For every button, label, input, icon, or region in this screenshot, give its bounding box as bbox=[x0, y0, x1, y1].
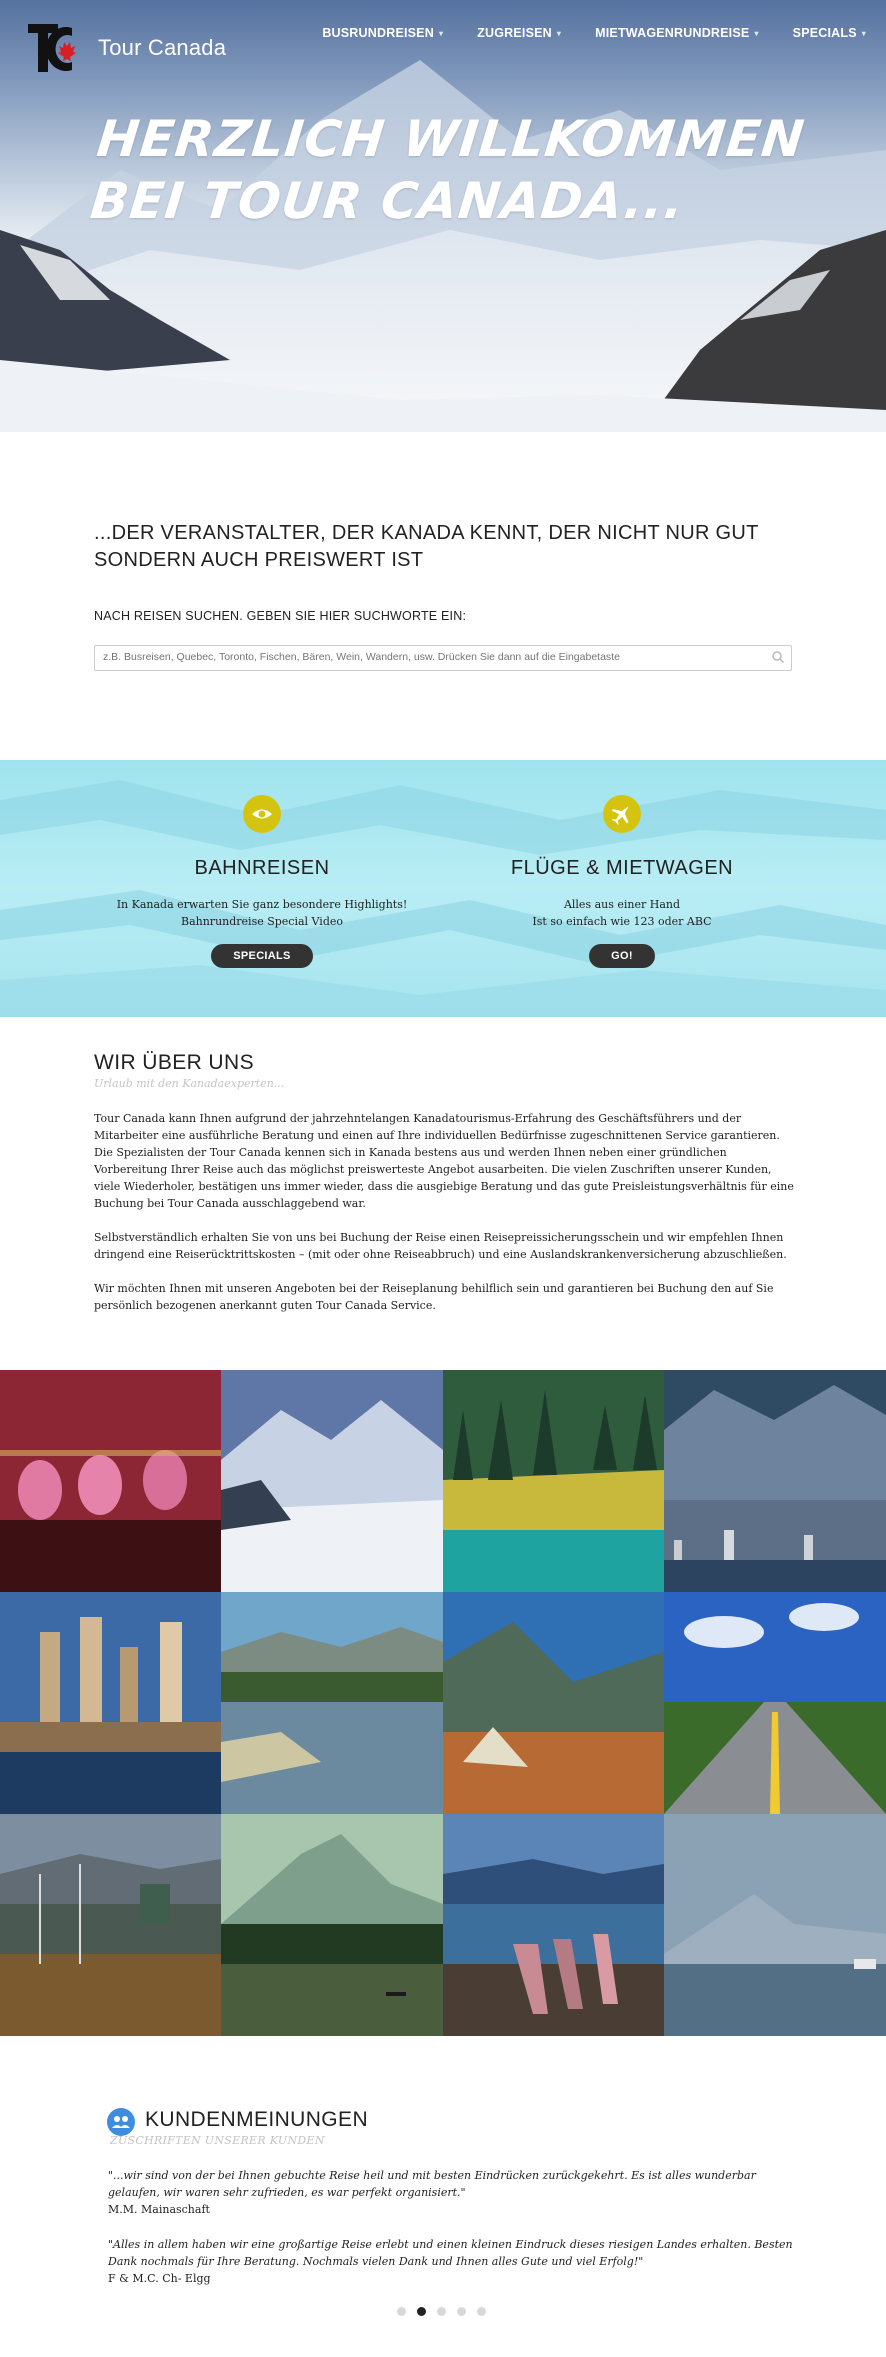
feature-line: Ist so einfach wie 123 oder ABC bbox=[532, 915, 712, 928]
search-input[interactable] bbox=[95, 646, 751, 668]
chevron-down-icon: ▾ bbox=[754, 28, 759, 38]
carousel-dot[interactable] bbox=[397, 2307, 406, 2316]
feature-title: BAHNREISEN bbox=[194, 857, 330, 879]
gallery-image-mountain-lake[interactable] bbox=[221, 1592, 443, 1814]
gallery-image-tent-valley[interactable] bbox=[443, 1592, 664, 1814]
about-paragraph: Selbstverständlich erhalten Sie von uns … bbox=[94, 1231, 787, 1261]
airplane-icon bbox=[603, 795, 641, 833]
gallery-image-canoe-lake[interactable] bbox=[221, 1814, 443, 2036]
gallery-image-ferry[interactable] bbox=[664, 1814, 886, 2036]
photo-gallery bbox=[0, 1370, 886, 2036]
gallery-image-harbor[interactable] bbox=[0, 1814, 221, 2036]
gallery-image-city-mountains[interactable] bbox=[664, 1370, 886, 1592]
testimonial-author: F & M.C. Ch- Elgg bbox=[108, 2272, 211, 2285]
feature-line: Alles aus einer Hand bbox=[563, 898, 681, 911]
carousel-pagination bbox=[397, 2307, 486, 2316]
chevron-down-icon: ▾ bbox=[438, 28, 444, 38]
tour-canada-logo-icon bbox=[28, 22, 90, 74]
search-icon[interactable] bbox=[771, 650, 785, 664]
about-title: WIR ÜBER UNS bbox=[94, 1051, 254, 1074]
eye-icon bbox=[243, 795, 281, 833]
gallery-image-highway[interactable] bbox=[664, 1592, 886, 1814]
search-box bbox=[94, 645, 792, 671]
feature-fluege-mietwagen: FLÜGE & MIETWAGEN Alles aus einer Hand I… bbox=[462, 795, 782, 968]
nav-label: MIETWAGENRUNDREISE bbox=[595, 26, 750, 40]
carousel-dot[interactable] bbox=[437, 2307, 446, 2316]
carousel-dot[interactable] bbox=[457, 2307, 466, 2316]
feature-description: In Kanada erwarten Sie ganz besondere Hi… bbox=[102, 896, 422, 930]
main-navigation: BUSRUNDREISEN ▾ ZUGREISEN ▾ MIETWAGENRUN… bbox=[322, 26, 866, 40]
testimonial-author: M.M. Mainaschaft bbox=[108, 2203, 210, 2216]
about-text: Tour Canada kann Ihnen aufgrund der jahr… bbox=[94, 1110, 794, 1331]
gallery-image-forest-lake[interactable] bbox=[443, 1370, 664, 1592]
gallery-image-snow-mountains[interactable] bbox=[221, 1370, 443, 1592]
go-button[interactable]: GO! bbox=[589, 944, 655, 968]
carousel-dot[interactable] bbox=[477, 2307, 486, 2316]
carousel-dot[interactable] bbox=[417, 2307, 426, 2316]
search-label: NACH REISEN SUCHEN. GEBEN SIE HIER SUCHW… bbox=[94, 609, 467, 623]
nav-busrundreisen[interactable]: BUSRUNDREISEN ▾ bbox=[322, 26, 443, 40]
nav-specials[interactable]: SPECIALS ▾ bbox=[793, 26, 866, 40]
nav-label: SPECIALS bbox=[792, 26, 857, 40]
chevron-down-icon: ▾ bbox=[556, 28, 562, 38]
gallery-image-kayaks[interactable] bbox=[443, 1814, 664, 2036]
testimonial-quote: "...wir sind von der bei Ihnen gebuchte … bbox=[108, 2169, 756, 2199]
testimonial-item: "...wir sind von der bei Ihnen gebuchte … bbox=[108, 2167, 798, 2218]
hero-line-1: HERZLICH WILLKOMMEN bbox=[94, 110, 808, 168]
gallery-image-dancers[interactable] bbox=[0, 1370, 221, 1592]
about-paragraph: Tour Canada kann Ihnen aufgrund der jahr… bbox=[94, 1112, 794, 1210]
nav-label: ZUGREISEN bbox=[477, 26, 552, 40]
testimonials-subtitle: ZUSCHRIFTEN UNSERER KUNDEN bbox=[110, 2134, 325, 2147]
feature-title: FLÜGE & MIETWAGEN bbox=[510, 857, 734, 879]
chevron-down-icon: ▾ bbox=[861, 28, 866, 38]
about-subtitle: Urlaub mit den Kanadaexperten... bbox=[94, 1077, 285, 1090]
hero-line-2: BEI TOUR CANADA... bbox=[87, 172, 688, 230]
about-paragraph: Wir möchten Ihnen mit unseren Angeboten … bbox=[94, 1282, 774, 1312]
nav-mietwagenrundreise[interactable]: MIETWAGENRUNDREISE ▾ bbox=[595, 26, 759, 40]
feature-description: Alles aus einer Hand Ist so einfach wie … bbox=[462, 896, 782, 930]
brand-name: Tour Canada bbox=[98, 35, 227, 60]
users-icon bbox=[107, 2108, 135, 2136]
testimonial-item: "Alles in allem haben wir eine großartig… bbox=[108, 2236, 798, 2287]
feature-bahnreisen: BAHNREISEN In Kanada erwarten Sie ganz b… bbox=[102, 795, 422, 968]
gallery-image-vancouver-marina[interactable] bbox=[0, 1592, 221, 1814]
feature-line: In Kanada erwarten Sie ganz besondere Hi… bbox=[116, 898, 408, 911]
hero-headline: HERZLICH WILLKOMMEN BEI TOUR CANADA... bbox=[87, 108, 808, 232]
testimonial-quote: "Alles in allem haben wir eine großartig… bbox=[108, 2238, 793, 2268]
site-logo[interactable]: Tour Canada bbox=[28, 22, 226, 74]
feature-video-link[interactable]: Bahnrundreise Special Video bbox=[102, 913, 422, 930]
nav-label: BUSRUNDREISEN bbox=[322, 26, 434, 40]
features-section: BAHNREISEN In Kanada erwarten Sie ganz b… bbox=[0, 760, 886, 1017]
specials-button[interactable]: SPECIALS bbox=[211, 944, 313, 968]
testimonials-title: KUNDENMEINUNGEN bbox=[145, 2108, 369, 2131]
tagline: ...DER VERANSTALTER, DER KANADA KENNT, D… bbox=[94, 522, 759, 571]
hero-banner: Tour Canada BUSRUNDREISEN ▾ ZUGREISEN ▾ … bbox=[0, 0, 886, 432]
nav-zugreisen[interactable]: ZUGREISEN ▾ bbox=[477, 26, 561, 40]
